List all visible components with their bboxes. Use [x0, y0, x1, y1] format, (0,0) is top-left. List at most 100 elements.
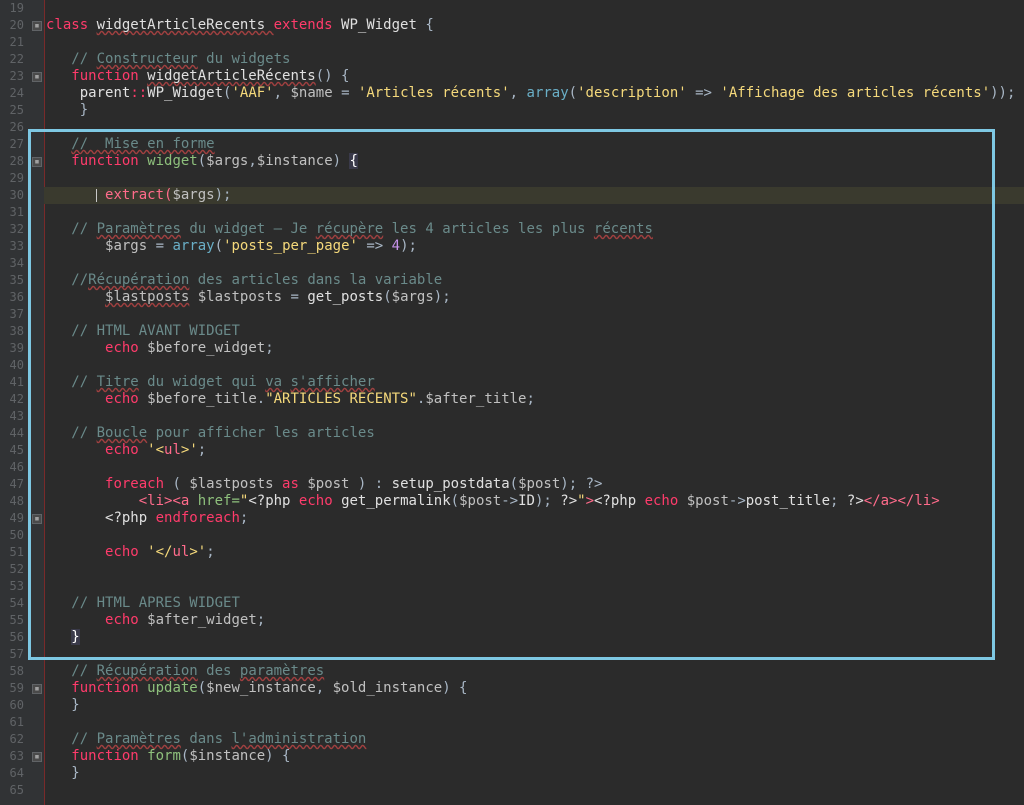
code-line[interactable]: // Paramètres du widget – Je récupère le…: [44, 221, 1024, 238]
code-line[interactable]: }: [44, 102, 1024, 119]
fold-marker[interactable]: [30, 748, 44, 765]
fold-marker: [30, 595, 44, 612]
fold-marker: [30, 187, 44, 204]
fold-marker: [30, 0, 44, 17]
fold-marker: [30, 204, 44, 221]
line-number: 59: [0, 680, 24, 697]
fold-marker: [30, 442, 44, 459]
code-line[interactable]: }: [44, 697, 1024, 714]
code-line[interactable]: // HTML AVANT WIDGET: [44, 323, 1024, 340]
code-line[interactable]: function update($new_instance, $old_inst…: [44, 680, 1024, 697]
code-line[interactable]: echo $before_widget;: [44, 340, 1024, 357]
code-line[interactable]: <li><a href="<?php echo get_permalink($p…: [44, 493, 1024, 510]
fold-marker: [30, 34, 44, 51]
fold-marker: [30, 646, 44, 663]
line-number: 35: [0, 272, 24, 289]
code-line[interactable]: [44, 0, 1024, 17]
code-line[interactable]: // HTML APRES WIDGET: [44, 595, 1024, 612]
fold-marker[interactable]: [30, 680, 44, 697]
code-line[interactable]: $args = array('posts_per_page' => 4);: [44, 238, 1024, 255]
code-line[interactable]: function widget($args,$instance) {: [44, 153, 1024, 170]
fold-marker: [30, 391, 44, 408]
code-line[interactable]: [44, 578, 1024, 595]
code-line[interactable]: [44, 459, 1024, 476]
fold-marker[interactable]: [30, 68, 44, 85]
code-line[interactable]: function widgetArticleRécents() {: [44, 68, 1024, 85]
line-number: 26: [0, 119, 24, 136]
fold-marker: [30, 323, 44, 340]
code-line[interactable]: [44, 408, 1024, 425]
line-number: 30: [0, 187, 24, 204]
line-number: 42: [0, 391, 24, 408]
fold-marker[interactable]: [30, 510, 44, 527]
code-line[interactable]: extract($args);: [44, 187, 1024, 204]
fold-marker: [30, 85, 44, 102]
code-line[interactable]: [44, 119, 1024, 136]
line-number: 50: [0, 527, 24, 544]
code-line[interactable]: parent::WP_Widget('AAF', $name = 'Articl…: [44, 85, 1024, 102]
fold-marker: [30, 578, 44, 595]
fold-marker: [30, 561, 44, 578]
code-line[interactable]: [44, 646, 1024, 663]
code-area[interactable]: class widgetArticleRecents extends WP_Wi…: [44, 0, 1024, 805]
fold-marker[interactable]: [30, 17, 44, 34]
line-number: 61: [0, 714, 24, 731]
code-line[interactable]: function form($instance) {: [44, 748, 1024, 765]
code-line[interactable]: // Mise en forme: [44, 136, 1024, 153]
code-line[interactable]: // Constructeur du widgets: [44, 51, 1024, 68]
code-line[interactable]: <?php endforeach;: [44, 510, 1024, 527]
code-line[interactable]: foreach ( $lastposts as $post ) : setup_…: [44, 476, 1024, 493]
line-number: 32: [0, 221, 24, 238]
code-line[interactable]: [44, 34, 1024, 51]
fold-marker[interactable]: [30, 153, 44, 170]
fold-marker: [30, 612, 44, 629]
code-line[interactable]: [44, 714, 1024, 731]
fold-marker: [30, 629, 44, 646]
line-number: 39: [0, 340, 24, 357]
line-number: 19: [0, 0, 24, 17]
code-line[interactable]: }: [44, 765, 1024, 782]
code-line[interactable]: // Récupération des paramètres: [44, 663, 1024, 680]
code-line[interactable]: [44, 527, 1024, 544]
code-line[interactable]: [44, 561, 1024, 578]
fold-marker: [30, 663, 44, 680]
code-line[interactable]: // Boucle pour afficher les articles: [44, 425, 1024, 442]
fold-marker: [30, 493, 44, 510]
code-line[interactable]: [44, 357, 1024, 374]
fold-column[interactable]: [30, 0, 44, 805]
code-line[interactable]: [44, 782, 1024, 799]
line-number: 21: [0, 34, 24, 51]
code-line[interactable]: //Récupération des articles dans la vari…: [44, 272, 1024, 289]
line-number: 22: [0, 51, 24, 68]
line-number: 38: [0, 323, 24, 340]
code-line[interactable]: echo $after_widget;: [44, 612, 1024, 629]
fold-marker: [30, 306, 44, 323]
code-line[interactable]: }: [44, 629, 1024, 646]
line-number: 64: [0, 765, 24, 782]
line-number: 52: [0, 561, 24, 578]
code-line[interactable]: echo '</ul>';: [44, 544, 1024, 561]
code-editor[interactable]: 1920212223242526272829303132333435363738…: [0, 0, 1024, 805]
line-number: 47: [0, 476, 24, 493]
code-line[interactable]: // Paramètres dans l'administration: [44, 731, 1024, 748]
line-number: 55: [0, 612, 24, 629]
code-line[interactable]: // Titre du widget qui va s'afficher: [44, 374, 1024, 391]
fold-marker: [30, 374, 44, 391]
line-number: 46: [0, 459, 24, 476]
code-line[interactable]: [44, 204, 1024, 221]
code-line[interactable]: class widgetArticleRecents extends WP_Wi…: [44, 17, 1024, 34]
fold-marker: [30, 714, 44, 731]
line-number: 57: [0, 646, 24, 663]
code-line[interactable]: echo $before_title."ARTICLES RECENTS".$a…: [44, 391, 1024, 408]
code-line[interactable]: [44, 306, 1024, 323]
line-number: 45: [0, 442, 24, 459]
line-number: 41: [0, 374, 24, 391]
line-number: 24: [0, 85, 24, 102]
code-line[interactable]: [44, 170, 1024, 187]
code-line[interactable]: [44, 255, 1024, 272]
line-number: 51: [0, 544, 24, 561]
code-line[interactable]: $lastposts $lastposts = get_posts($args)…: [44, 289, 1024, 306]
line-number: 49: [0, 510, 24, 527]
fold-marker: [30, 459, 44, 476]
code-line[interactable]: echo '<ul>';: [44, 442, 1024, 459]
